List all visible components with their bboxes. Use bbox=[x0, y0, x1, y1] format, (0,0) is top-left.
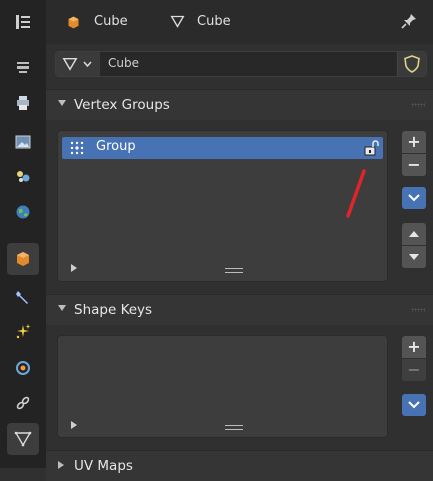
properties-tab-sidebar bbox=[0, 0, 46, 468]
object-cube-icon bbox=[17, 252, 29, 266]
list-filter-options-icon[interactable] bbox=[71, 264, 77, 272]
list-item[interactable]: Group bbox=[62, 137, 383, 159]
panel-drag-grip-icon[interactable] bbox=[411, 103, 425, 107]
list-filter-options-icon[interactable] bbox=[71, 421, 77, 429]
datablock-name-field[interactable]: Cube bbox=[108, 56, 139, 70]
annotation-red-stroke bbox=[346, 169, 366, 218]
tab-view-layer[interactable] bbox=[7, 126, 39, 158]
pin-icon[interactable] bbox=[400, 12, 418, 30]
chevron-down-icon bbox=[408, 401, 420, 409]
breadcrumb-mesh-name: Cube bbox=[197, 14, 231, 29]
shield-icon bbox=[404, 55, 420, 73]
move-vertex-group-down-button[interactable] bbox=[402, 246, 426, 268]
tab-modifiers[interactable] bbox=[7, 281, 39, 313]
add-vertex-group-button[interactable]: + bbox=[402, 131, 426, 153]
tab-particles[interactable] bbox=[7, 316, 39, 348]
panel-vertex-groups-header[interactable]: Vertex Groups bbox=[46, 89, 433, 120]
tab-scene[interactable] bbox=[7, 160, 39, 192]
tab-physics[interactable] bbox=[7, 352, 39, 384]
fake-user-button[interactable] bbox=[397, 52, 426, 76]
scene-icon bbox=[17, 171, 30, 182]
tab-tool[interactable] bbox=[7, 6, 39, 38]
plus-icon: + bbox=[407, 132, 421, 151]
mesh-data-icon bbox=[170, 15, 185, 28]
wrench-icon bbox=[16, 291, 28, 304]
remove-shape-key-button: − bbox=[402, 359, 426, 381]
printer-icon bbox=[17, 96, 29, 110]
physics-orbit-icon bbox=[16, 361, 30, 375]
shape-key-specials-menu-button[interactable] bbox=[402, 394, 426, 416]
world-icon bbox=[16, 205, 30, 219]
lock-unlocked-icon[interactable] bbox=[363, 140, 379, 156]
list-resize-handle[interactable] bbox=[225, 425, 243, 430]
tab-render[interactable] bbox=[7, 51, 39, 83]
panel-expand-arrow-icon bbox=[58, 305, 66, 311]
image-icon bbox=[15, 135, 31, 149]
chevron-down-icon bbox=[83, 61, 92, 67]
panel-uv-maps-header[interactable]: UV Maps bbox=[46, 450, 433, 481]
panel-expand-arrow-icon bbox=[58, 100, 66, 106]
vertex-group-specials-menu-button[interactable] bbox=[402, 187, 426, 209]
mesh-datablock-selector[interactable]: Cube bbox=[55, 51, 427, 77]
triangle-down-icon bbox=[409, 254, 419, 260]
chevron-down-icon bbox=[408, 194, 420, 202]
shape-keys-list bbox=[57, 335, 388, 438]
minus-icon: − bbox=[407, 155, 421, 174]
add-shape-key-button[interactable]: + bbox=[402, 336, 426, 358]
properties-header: Cube Cube bbox=[46, 0, 433, 44]
tool-outliner-icon bbox=[16, 15, 30, 29]
tab-object-data[interactable] bbox=[7, 423, 39, 455]
properties-editor: Cube Cube Cube Vertex Groups Group + − S… bbox=[46, 0, 433, 481]
vertex-group-dots-icon bbox=[70, 141, 84, 155]
mesh-data-icon bbox=[62, 57, 78, 71]
tab-output[interactable] bbox=[7, 87, 39, 119]
panel-shape-keys-header[interactable]: Shape Keys bbox=[46, 294, 433, 325]
panel-title: Shape Keys bbox=[74, 302, 153, 318]
render-icon bbox=[17, 62, 29, 73]
breadcrumb-object-name: Cube bbox=[94, 14, 128, 29]
tab-world[interactable] bbox=[7, 196, 39, 228]
triangle-up-icon bbox=[409, 231, 419, 237]
panel-title: UV Maps bbox=[74, 458, 133, 474]
move-vertex-group-up-button[interactable] bbox=[402, 223, 426, 245]
list-resize-handle[interactable] bbox=[225, 268, 243, 273]
remove-vertex-group-button[interactable]: − bbox=[402, 154, 426, 176]
panel-title: Vertex Groups bbox=[74, 97, 170, 113]
particles-sparkle-icon bbox=[16, 324, 31, 339]
tab-constraints[interactable] bbox=[7, 387, 39, 419]
datablock-browse-button[interactable] bbox=[56, 52, 100, 76]
object-cube-icon bbox=[68, 16, 79, 29]
tab-object[interactable] bbox=[7, 243, 39, 275]
minus-icon: − bbox=[407, 360, 421, 379]
constraint-link-icon bbox=[16, 396, 30, 410]
vertex-groups-list: Group bbox=[57, 130, 388, 282]
plus-icon: + bbox=[407, 337, 421, 356]
vertex-group-name[interactable]: Group bbox=[96, 139, 136, 154]
mesh-data-icon bbox=[14, 431, 32, 447]
panel-drag-grip-icon[interactable] bbox=[411, 308, 425, 312]
